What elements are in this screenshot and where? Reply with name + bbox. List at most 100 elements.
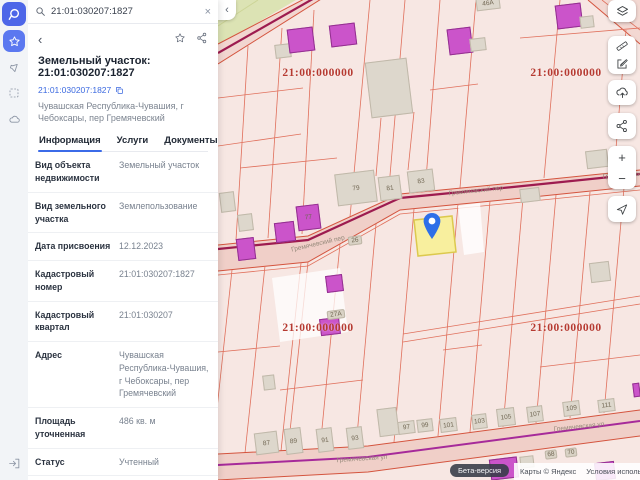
attribute-row: Кадастровый квартал 21:01:030207 xyxy=(28,302,218,343)
building: 111 xyxy=(597,398,616,413)
attribute-label: Адрес xyxy=(35,350,62,361)
building: 91 xyxy=(315,427,335,453)
building xyxy=(273,220,297,244)
cloud-icon xyxy=(8,115,20,123)
panel-tabs: Информация Услуги Документы xyxy=(38,132,218,153)
megaphone-icon xyxy=(9,63,18,72)
cadastral-map-app: 21:01:030207:1827 × ‹ Земельный участок:… xyxy=(0,0,640,480)
attribute-value: 12.12.2023 xyxy=(119,241,164,252)
object-info-panel: 21:01:030207:1827 × ‹ Земельный участок:… xyxy=(28,0,218,480)
star-outline-icon xyxy=(175,33,185,43)
logo-pin-icon xyxy=(8,8,20,20)
share-icon xyxy=(616,119,627,133)
announcements-button[interactable] xyxy=(3,56,25,78)
building: 79 xyxy=(334,169,378,207)
tab-Услуги[interactable]: Услуги xyxy=(116,132,150,151)
measure-tools-group xyxy=(608,36,636,74)
attribute-row: Кадастровый номер 21:01:030207:1827 xyxy=(28,261,218,302)
layers-button[interactable] xyxy=(608,0,636,22)
building xyxy=(237,213,254,232)
building: 97 xyxy=(397,420,416,435)
building: 105 xyxy=(495,406,517,428)
cloud-button[interactable] xyxy=(3,108,25,130)
left-icon-rail xyxy=(0,0,28,480)
search-input[interactable]: 21:01:030207:1827 xyxy=(51,6,200,17)
building: 103 xyxy=(471,413,488,430)
panel-scroll-area[interactable]: ‹ Земельный участок: 21:01:030207:1827 2… xyxy=(28,24,218,480)
attribute-label: Вид объекта недвижимости xyxy=(35,160,100,184)
attribute-label: Площадь уточненная xyxy=(35,416,86,439)
building: 81 xyxy=(377,174,403,202)
map-canvas[interactable]: 46А 79 81 83 77 26 27А 87 89 91 93 97 99 101 103 105 107… xyxy=(218,0,640,480)
ruler-icon xyxy=(616,41,628,51)
building: 99 xyxy=(416,418,434,433)
building: 107 xyxy=(526,405,544,423)
building xyxy=(364,57,414,119)
building: 101 xyxy=(439,417,458,433)
building xyxy=(632,382,640,398)
app-logo[interactable] xyxy=(2,2,26,26)
sign-in-icon xyxy=(8,458,19,468)
tab-Информация[interactable]: Информация xyxy=(38,132,102,153)
my-location-button[interactable] xyxy=(608,196,636,222)
tab-Документы[interactable]: Документы xyxy=(163,132,218,151)
attribute-value: Землепользование xyxy=(119,200,198,211)
select-area-button[interactable] xyxy=(3,82,25,104)
quarter-label: 21:00:000000 xyxy=(282,67,354,79)
draw-button[interactable] xyxy=(608,55,636,73)
quarter-label: 21:00:000000 xyxy=(530,322,602,334)
copy-icon[interactable] xyxy=(115,86,124,95)
dashed-square-icon xyxy=(9,88,19,98)
building: 93 xyxy=(345,426,365,450)
favorites-button[interactable] xyxy=(3,30,25,52)
building: 83 xyxy=(406,168,436,194)
address-plate: 26 xyxy=(347,235,363,246)
object-address: Чувашская Республика-Чувашия, г Чебоксар… xyxy=(38,101,184,124)
back-button[interactable]: ‹ xyxy=(38,33,42,46)
building xyxy=(376,406,400,438)
building xyxy=(262,374,276,391)
building: 87 xyxy=(253,430,280,456)
attribute-value: 21:01:030207:1827 xyxy=(119,269,195,280)
attribute-value: 21:01:030207 xyxy=(119,309,173,320)
building xyxy=(325,274,344,293)
share-object-button[interactable] xyxy=(196,31,208,49)
quarter-label: 21:00:000000 xyxy=(530,67,602,79)
attributes-table: Вид объекта недвижимости Земельный участо… xyxy=(28,152,218,480)
object-title: Земельный участок: 21:01:030207:1827 xyxy=(38,55,151,79)
collapse-panel-button[interactable]: ‹ xyxy=(218,0,236,20)
share-icon xyxy=(197,32,207,44)
share-map-button[interactable] xyxy=(608,113,636,139)
location-pin xyxy=(419,210,445,244)
attribute-value: Чувашская Республика-Чувашия, г Чебоксар… xyxy=(119,350,209,399)
building xyxy=(584,148,610,170)
layers-icon xyxy=(616,5,628,16)
ruler-button[interactable] xyxy=(608,37,636,55)
cloud-upload-icon xyxy=(615,87,628,98)
attribute-row: Категория земельЗемли населенных пунктов xyxy=(28,476,218,480)
search-bar[interactable]: 21:01:030207:1827 × xyxy=(28,0,218,24)
attribute-value: Учтенный xyxy=(119,456,159,467)
attribute-value: 486 кв. м xyxy=(119,416,156,427)
upload-layer-button[interactable] xyxy=(608,80,636,105)
address-plate: 70 xyxy=(564,447,578,458)
attribute-row: Дата присвоения 12.12.2023 xyxy=(28,233,218,262)
building: 77 xyxy=(295,203,322,232)
search-clear-icon[interactable]: × xyxy=(205,6,211,18)
zoom-in-button[interactable]: + xyxy=(608,147,636,168)
attribute-row: Адрес Чувашская Республика-Чувашия, г Чеб… xyxy=(28,342,218,409)
building xyxy=(328,22,358,48)
zoom-control: + − xyxy=(608,146,636,189)
favorite-star-button[interactable] xyxy=(174,31,186,49)
copyright-link[interactable]: Карты © Яндекс xyxy=(520,467,576,476)
cadastral-number-link[interactable]: 21:01:030207:1827 xyxy=(38,85,111,95)
edit-pencil-icon xyxy=(617,59,628,69)
terms-link[interactable]: Условия использования xyxy=(586,467,640,476)
sign-in-button[interactable] xyxy=(3,452,25,474)
zoom-out-button[interactable]: − xyxy=(608,168,636,189)
attribute-label: Вид земельного участка xyxy=(35,200,106,224)
attribute-label: Дата присвоения xyxy=(35,241,111,252)
attribute-label: Кадастровый номер xyxy=(35,269,95,292)
address-plate: 68 xyxy=(544,449,558,460)
locate-arrow-icon xyxy=(616,204,628,215)
